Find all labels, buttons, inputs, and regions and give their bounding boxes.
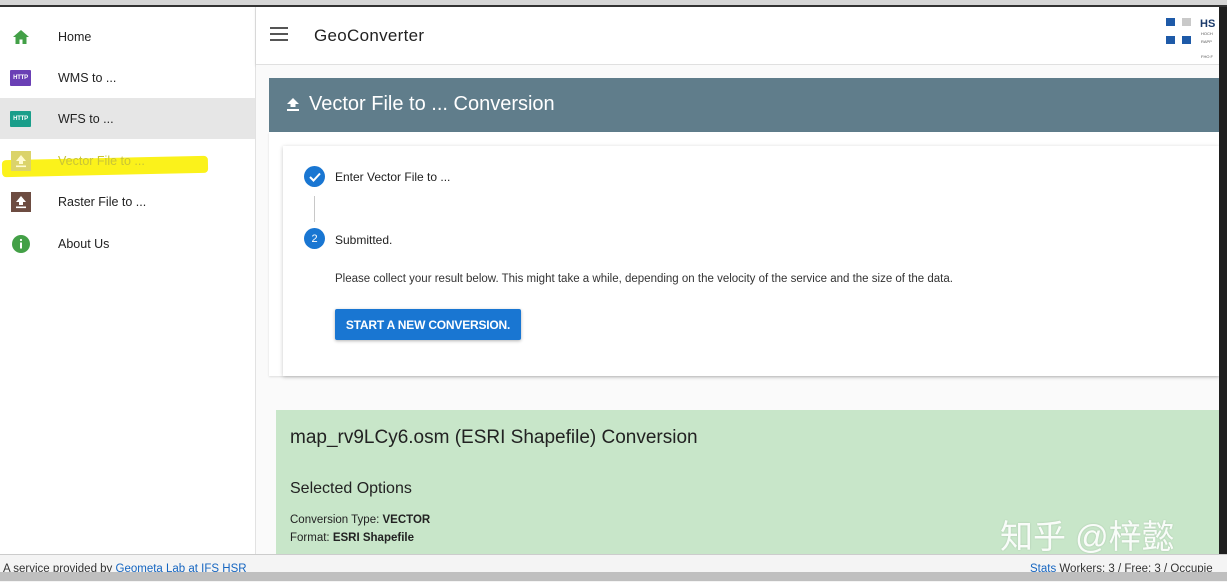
window-top-edge	[0, 0, 1227, 7]
option-value: VECTOR	[382, 514, 431, 526]
info-icon	[10, 233, 31, 254]
logo-line-2: RAPP	[1201, 39, 1212, 44]
http-badge: HTTP	[10, 110, 31, 127]
sidebar-item-about[interactable]: About Us	[0, 223, 255, 264]
sidebar-item-wfs[interactable]: HTTP WFS to ...	[0, 98, 255, 139]
http-icon: HTTP	[10, 108, 31, 129]
sidebar-item-wms[interactable]: HTTP WMS to ...	[0, 57, 255, 98]
sidebar-item-label: Home	[58, 29, 92, 44]
selected-options-heading: Selected Options	[290, 480, 412, 497]
option-format: Format: ESRI Shapefile	[290, 532, 414, 544]
sidebar-item-vector-file[interactable]: Vector File to ...	[0, 140, 255, 181]
sidebar-item-raster-file[interactable]: Raster File to ...	[0, 181, 255, 222]
sidebar-item-label: Raster File to ...	[58, 194, 147, 209]
watermark: 知乎 @梓懿	[1000, 518, 1175, 555]
main-content: Vector File to ... Conversion Enter Vect…	[256, 65, 1219, 554]
step-2-label: Submitted.	[335, 233, 393, 247]
stepper: Enter Vector File to ... 2 Submitted. Pl…	[283, 146, 1219, 376]
http-icon: HTTP	[10, 67, 31, 88]
option-conversion-type: Conversion Type: VECTOR	[290, 514, 430, 526]
sidebar-item-label: About Us	[58, 236, 110, 251]
sidebar: Home HTTP WMS to ... HTTP WFS to ... Vec…	[0, 7, 256, 554]
step-check-icon	[304, 166, 325, 187]
upload-icon	[10, 150, 31, 171]
upload-icon	[286, 95, 300, 113]
sidebar-item-label: Vector File to ...	[58, 153, 145, 168]
step-1-label: Enter Vector File to ...	[335, 170, 451, 184]
stepper-container: Enter Vector File to ... 2 Submitted. Pl…	[269, 132, 1219, 376]
sidebar-item-home[interactable]: Home	[0, 16, 255, 57]
hsr-logo: HS HOCH RAPP FHO F	[1156, 9, 1219, 63]
logo-text: HS	[1200, 18, 1215, 30]
step-connector	[314, 196, 315, 222]
http-badge: HTTP	[10, 69, 31, 86]
conversion-card-title: Vector File to ... Conversion	[309, 93, 555, 115]
window-bottom-edge	[0, 572, 1227, 581]
menu-icon[interactable]	[270, 27, 288, 43]
app-header: GeoConverter HS HOCH RAPP FHO F	[256, 7, 1219, 65]
result-title: map_rv9LCy6.osm (ESRI Shapefile) Convers…	[290, 427, 698, 448]
option-key: Format:	[290, 532, 333, 544]
home-icon	[10, 26, 31, 47]
app-title: GeoConverter	[314, 26, 425, 45]
step-description: Please collect your result below. This m…	[335, 273, 953, 285]
step-2-number: 2	[304, 228, 325, 249]
logo-line-3: FHO F	[1201, 54, 1214, 59]
conversion-card-header: Vector File to ... Conversion	[269, 78, 1219, 132]
option-key: Conversion Type:	[290, 514, 383, 526]
upload-icon	[10, 191, 31, 212]
option-value: ESRI Shapefile	[332, 532, 414, 544]
scrollbar[interactable]	[1219, 7, 1227, 554]
logo-line-1: HOCH	[1201, 31, 1213, 36]
sidebar-item-label: WMS to ...	[58, 70, 117, 85]
sidebar-item-label: WFS to ...	[58, 111, 114, 126]
start-new-conversion-button[interactable]: START A NEW CONVERSION.	[335, 309, 521, 340]
